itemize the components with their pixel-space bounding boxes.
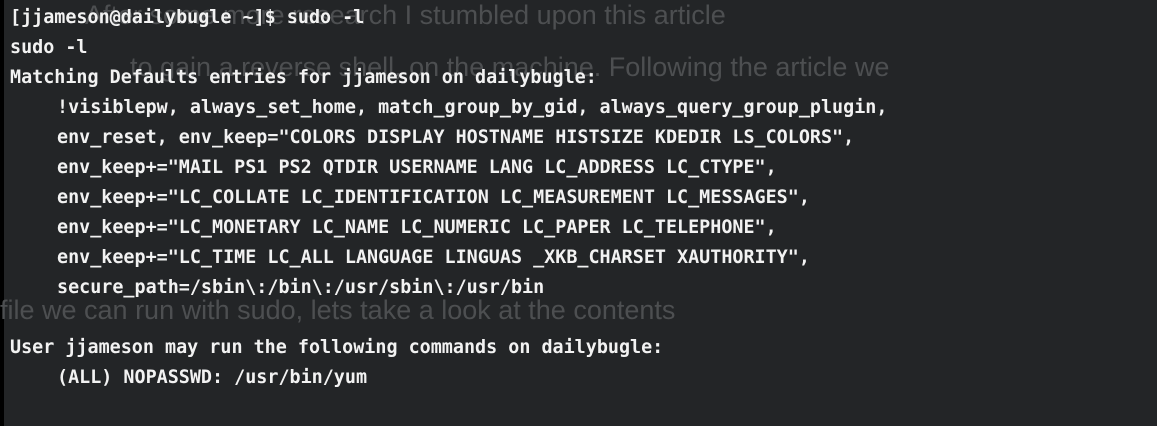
defaults-line: env_keep+="MAIL PS1 PS2 QTDIR USERNAME L… [57,157,777,178]
defaults-line: env_reset, env_keep="COLORS DISPLAY HOST… [57,127,855,148]
defaults-line: !visiblepw, always_set_home, match_group… [57,97,888,118]
prompt-line: [jjameson@dailybugle ~]$ sudo -l [10,7,365,28]
defaults-line: env_keep+="LC_COLLATE LC_IDENTIFICATION … [57,187,810,208]
window-edge [0,0,4,426]
defaults-line: env_keep+="LC_TIME LC_ALL LANGUAGE LINGU… [57,247,810,268]
defaults-header: Matching Defaults entries for jjameson o… [10,67,597,88]
terminal-window[interactable]: After some more research I stumbled upon… [0,0,1157,426]
defaults-line: secure_path=/sbin\:/bin\:/usr/sbin\:/usr… [57,277,545,298]
allowed-command: (ALL) NOPASSWD: /usr/bin/yum [57,367,368,388]
defaults-line: env_keep+="LC_MONETARY LC_NAME LC_NUMERI… [57,217,777,238]
commands-header: User jjameson may run the following comm… [10,337,664,358]
command-echo: sudo -l [10,37,88,58]
